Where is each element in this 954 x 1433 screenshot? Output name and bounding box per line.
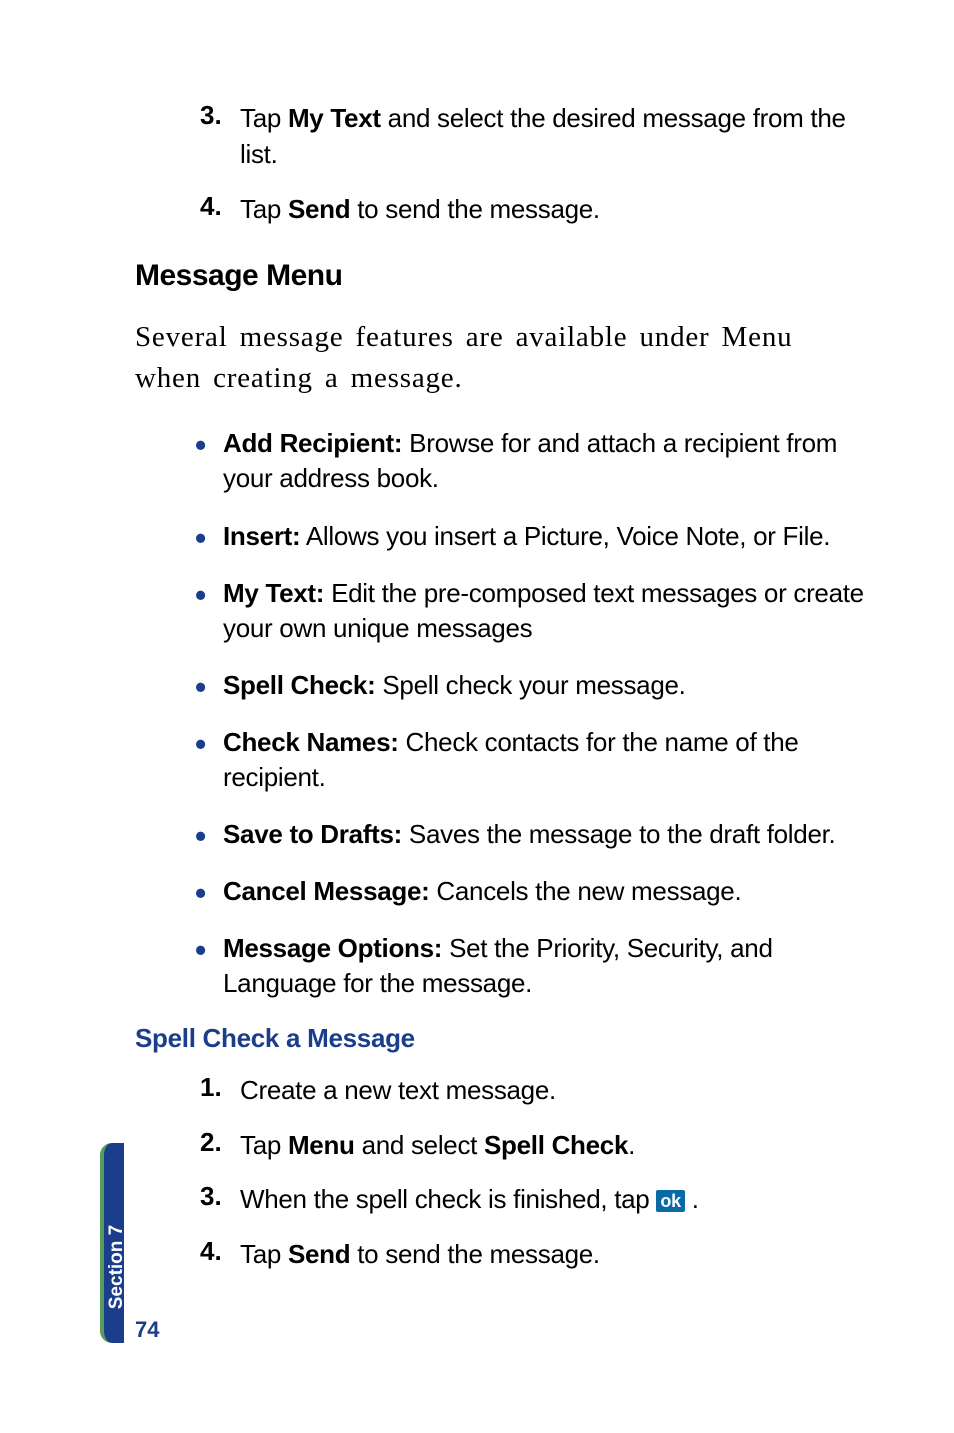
step-suffix: to send the message. — [350, 1239, 600, 1269]
step-item-3: 3. Tap My Text and select the desired me… — [200, 100, 864, 173]
bullet-item: Message Options: Set the Priority, Secur… — [195, 931, 864, 1001]
intro-paragraph: Several message features are available u… — [135, 317, 864, 398]
step-bold: Menu — [288, 1130, 355, 1160]
bullet-item: Spell Check: Spell check your message. — [195, 668, 864, 703]
step-text: Tap My Text and select the desired messa… — [240, 100, 864, 173]
step-number: 4. — [200, 1236, 240, 1267]
step-prefix: When the spell check is finished, tap — [240, 1184, 656, 1214]
bullet-text: Saves the message to the draft folder. — [402, 819, 835, 849]
page-content: 3. Tap My Text and select the desired me… — [0, 0, 954, 1272]
bullet-bold: My Text: — [223, 578, 324, 608]
bullet-bold: Message Options: — [223, 933, 442, 963]
bullet-text: Spell check your message. — [375, 670, 685, 700]
bullet-item: Insert: Allows you insert a Picture, Voi… — [195, 519, 864, 554]
step-prefix: Tap — [240, 1239, 288, 1269]
step-prefix: Tap — [240, 194, 288, 224]
heading-spell-check: Spell Check a Message — [135, 1023, 864, 1054]
step-item-4: 4. Tap Send to send the message. — [200, 191, 864, 227]
section-tab-label: Section 7 — [106, 1225, 128, 1309]
step-prefix: Tap — [240, 1130, 288, 1160]
bullet-item: Add Recipient: Browse for and attach a r… — [195, 426, 864, 496]
bullet-item: Cancel Message: Cancels the new message. — [195, 874, 864, 909]
bullet-item: My Text: Edit the pre-composed text mess… — [195, 576, 864, 646]
step-bold: Spell Check — [484, 1130, 628, 1160]
spell-step-3: 3. When the spell check is finished, tap… — [200, 1181, 864, 1217]
bullet-bold: Spell Check: — [223, 670, 375, 700]
bullet-item: Check Names: Check contacts for the name… — [195, 725, 864, 795]
bullet-text: Allows you insert a Picture, Voice Note,… — [300, 521, 830, 551]
bullet-bold: Save to Drafts: — [223, 819, 402, 849]
spell-step-1: 1. Create a new text message. — [200, 1072, 864, 1108]
section-tab: Section 7 — [100, 1143, 124, 1343]
step-text: Tap Send to send the message. — [240, 1236, 600, 1272]
bullet-item: Save to Drafts: Saves the message to the… — [195, 817, 864, 852]
bullet-bold: Add Recipient: — [223, 428, 402, 458]
step-number: 1. — [200, 1072, 240, 1103]
bullet-bold: Insert: — [223, 521, 300, 551]
spell-step-4: 4. Tap Send to send the message. — [200, 1236, 864, 1272]
bullet-list: Add Recipient: Browse for and attach a r… — [195, 426, 864, 1001]
step-suffix: . — [692, 1184, 699, 1214]
step-text: When the spell check is finished, tap ok… — [240, 1181, 699, 1217]
step-suffix: . — [628, 1130, 635, 1160]
bullet-bold: Check Names: — [223, 727, 399, 757]
ok-icon: ok — [656, 1190, 684, 1212]
step-bold: Send — [288, 194, 350, 224]
step-mid: and select — [355, 1130, 484, 1160]
step-text: Tap Menu and select Spell Check. — [240, 1127, 635, 1163]
step-text: Tap Send to send the message. — [240, 191, 600, 227]
step-text: Create a new text message. — [240, 1072, 556, 1108]
heading-message-menu: Message Menu — [135, 259, 864, 293]
spell-step-2: 2. Tap Menu and select Spell Check. — [200, 1127, 864, 1163]
step-bold: Send — [288, 1239, 350, 1269]
bullet-bold: Cancel Message: — [223, 876, 429, 906]
bullet-text: Cancels the new message. — [429, 876, 741, 906]
page-number: 74 — [135, 1317, 159, 1343]
step-suffix: to send the message. — [350, 194, 600, 224]
step-number: 4. — [200, 191, 240, 222]
step-number: 2. — [200, 1127, 240, 1158]
step-number: 3. — [200, 1181, 240, 1212]
step-prefix: Tap — [240, 103, 288, 133]
step-bold: My Text — [288, 103, 381, 133]
step-number: 3. — [200, 100, 240, 131]
